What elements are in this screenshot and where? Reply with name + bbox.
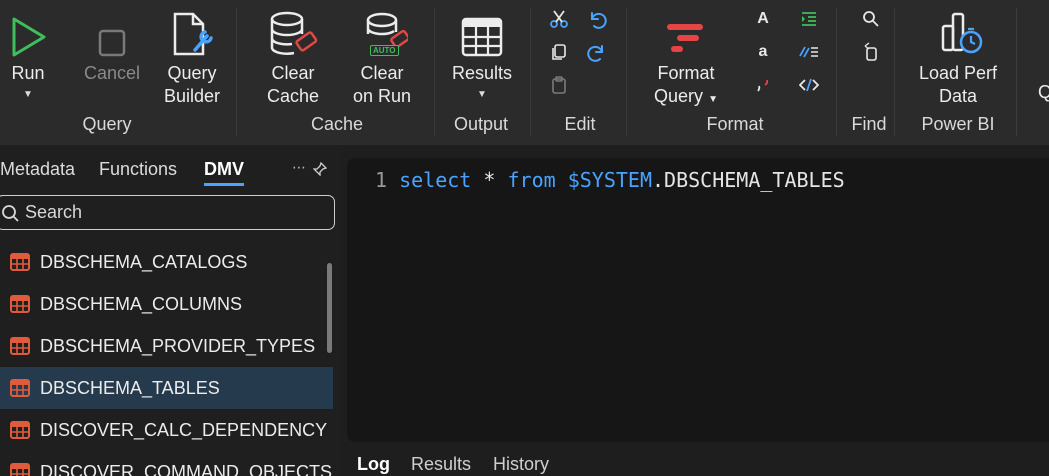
format-lines-icon — [663, 6, 709, 58]
indent-icon[interactable] — [798, 8, 820, 30]
ribbon-toolbar: Run ▼ Cancel Query Builder Query Clear C… — [0, 0, 1049, 145]
divider — [530, 8, 531, 136]
group-label-cache: Cache — [310, 114, 364, 134]
more-icon[interactable]: ⋯ — [292, 159, 306, 176]
clear-on-run-button[interactable]: AUTO Clear on Run — [344, 6, 420, 108]
grid-icon — [460, 6, 504, 58]
results-button[interactable]: Results ▼ — [446, 6, 518, 101]
panel-tabs: Metadata Functions DMV ⋯ — [0, 145, 343, 195]
tab-log[interactable]: Log — [357, 454, 390, 475]
lowercase-icon[interactable]: a — [752, 41, 774, 63]
cancel-button[interactable]: Cancel — [80, 6, 144, 85]
divider — [1016, 8, 1017, 136]
table-icon — [10, 421, 30, 439]
group-label-format: Format — [706, 114, 764, 134]
redo-icon[interactable] — [586, 41, 608, 63]
list-item[interactable]: DBSCHEMA_COLUMNS — [0, 283, 333, 325]
database-auto-eraser-icon: AUTO — [356, 6, 408, 58]
table-icon — [10, 379, 30, 397]
keyword-from: from — [507, 168, 556, 192]
table-name: .DBSCHEMA_TABLES — [652, 168, 845, 192]
table-icon — [10, 463, 30, 476]
tab-metadata[interactable]: Metadata — [0, 159, 75, 180]
format-query-button[interactable]: Format Query ▼ — [646, 6, 726, 111]
search-icon — [1, 204, 19, 222]
play-icon — [8, 6, 48, 58]
search-icon[interactable] — [860, 8, 882, 30]
list-item[interactable]: DISCOVER_COMMAND_OBJECTS — [0, 451, 333, 476]
table-icon — [10, 337, 30, 355]
database-eraser-icon — [267, 6, 319, 58]
quote-icon[interactable] — [752, 74, 774, 96]
line-number: 1 — [375, 168, 388, 192]
group-label-output: Output — [453, 114, 509, 134]
cut-icon[interactable] — [548, 8, 570, 30]
table-icon — [10, 253, 30, 271]
stop-icon — [97, 6, 127, 58]
table-icon — [10, 295, 30, 313]
divider — [894, 8, 895, 136]
list-item[interactable]: DISCOVER_CALC_DEPENDENCY — [0, 409, 333, 451]
tab-functions[interactable]: Functions — [99, 159, 177, 180]
metadata-panel: Metadata Functions DMV ⋯ Search DBSCHEMA… — [0, 145, 343, 476]
load-perf-data-button[interactable]: Load Perf Data — [912, 6, 1004, 108]
query-builder-button[interactable]: Query Builder — [156, 6, 228, 108]
divider — [836, 8, 837, 136]
cut-off-ribbon-button[interactable]: Q — [1030, 81, 1049, 104]
asterisk: * — [483, 168, 496, 192]
list-scrollbar[interactable] — [327, 263, 332, 353]
group-label-edit: Edit — [564, 114, 596, 134]
power-bi-stopwatch-icon — [931, 6, 985, 58]
code-tag-icon[interactable] — [798, 74, 820, 96]
group-label-query: Query — [82, 114, 132, 134]
divider — [236, 8, 237, 136]
search-input[interactable]: Search — [0, 195, 335, 230]
clear-cache-button[interactable]: Clear Cache — [258, 6, 328, 108]
auto-badge: AUTO — [370, 45, 399, 56]
query-editor[interactable]: 1 select * from $SYSTEM.DBSCHEMA_TABLES — [347, 158, 1049, 442]
run-button[interactable]: Run ▼ — [4, 6, 52, 101]
group-label-power-bi: Power BI — [921, 114, 995, 134]
divider — [434, 8, 435, 136]
replace-icon[interactable] — [860, 41, 882, 63]
search-placeholder: Search — [25, 202, 83, 222]
list-item[interactable]: DBSCHEMA_PROVIDER_TYPES — [0, 325, 333, 367]
tab-history[interactable]: History — [493, 454, 549, 475]
pin-icon[interactable] — [312, 161, 328, 181]
group-label-find: Find — [851, 114, 887, 134]
paste-icon[interactable] — [548, 74, 570, 96]
comment-lines-icon[interactable] — [798, 41, 820, 63]
uppercase-icon[interactable]: A — [752, 8, 774, 30]
copy-icon[interactable] — [548, 41, 570, 63]
chevron-down-icon[interactable]: ▼ — [477, 89, 487, 101]
list-item-selected[interactable]: DBSCHEMA_TABLES — [0, 367, 333, 409]
dmv-list: DBSCHEMA_CATALOGS DBSCHEMA_COLUMNS DBSCH… — [0, 241, 333, 476]
system-schema: $SYSTEM — [567, 168, 652, 192]
tab-dmv[interactable]: DMV — [204, 159, 244, 186]
divider — [626, 8, 627, 136]
chevron-down-icon[interactable]: ▼ — [708, 94, 718, 105]
code-line[interactable]: 1 select * from $SYSTEM.DBSCHEMA_TABLES — [375, 168, 845, 192]
output-tabs: Log Results History — [347, 452, 1049, 476]
document-wrench-icon — [169, 6, 215, 58]
keyword-select: select — [399, 168, 472, 192]
undo-icon[interactable] — [586, 8, 608, 30]
tab-results[interactable]: Results — [411, 454, 471, 475]
chevron-down-icon[interactable]: ▼ — [23, 89, 33, 101]
list-item[interactable]: DBSCHEMA_CATALOGS — [0, 241, 333, 283]
